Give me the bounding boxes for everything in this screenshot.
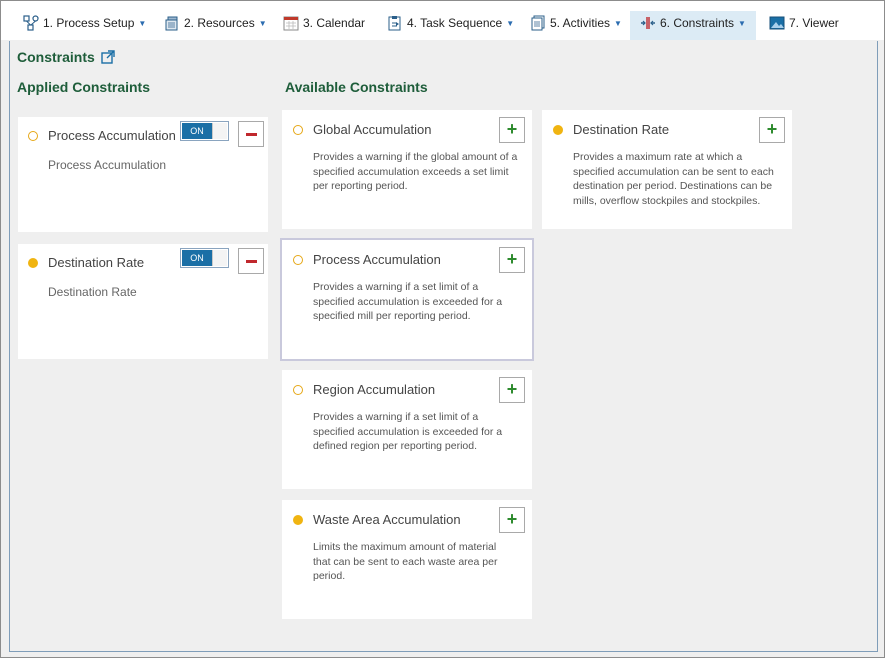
applied-constraint-card[interactable]: Process Accumulation Process Accumulatio… — [18, 117, 268, 232]
available-constraint-card[interactable]: Global Accumulation + Provides a warning… — [282, 110, 532, 229]
external-link-icon[interactable] — [101, 50, 115, 64]
available-constraint-description: Provides a warning if a set limit of a s… — [313, 281, 503, 322]
page-title-text: Constraints — [17, 49, 95, 65]
chevron-down-icon: ▼ — [614, 19, 622, 28]
task-sequence-icon — [388, 16, 401, 31]
available-constraint-card[interactable]: Waste Area Accumulation + Limits the max… — [282, 500, 532, 619]
minus-icon — [246, 133, 257, 136]
process-setup-icon — [23, 15, 39, 31]
add-constraint-button[interactable]: + — [759, 117, 785, 143]
available-constraint-title: Destination Rate — [573, 122, 670, 137]
resources-icon — [165, 16, 178, 31]
chevron-down-icon: ▼ — [258, 19, 267, 28]
applied-constraint-title: Process Accumulation — [48, 128, 176, 143]
applied-constraint-subtitle: Destination Rate — [48, 285, 137, 299]
available-constraint-description: Provides a maximum rate at which a speci… — [573, 151, 774, 207]
status-dot — [553, 125, 563, 135]
available-constraint-description: Limits the maximum amount of material th… — [313, 541, 498, 582]
tab-viewer-label: 7. Viewer — [789, 16, 839, 30]
available-constraint-title: Process Accumulation — [313, 252, 441, 267]
status-dot — [293, 125, 303, 135]
applied-constraints-heading: Applied Constraints — [17, 79, 151, 95]
minus-icon — [246, 260, 257, 263]
tab-process-setup-label: 1. Process Setup — [43, 16, 135, 30]
chevron-down-icon: ▼ — [738, 19, 746, 28]
available-constraint-title: Waste Area Accumulation — [313, 512, 461, 527]
add-constraint-button[interactable]: + — [499, 507, 525, 533]
status-dot — [293, 515, 303, 525]
available-constraint-description: Provides a warning if the global amount … — [313, 151, 518, 192]
tab-resources-label: 2. Resources — [184, 16, 255, 30]
add-constraint-button[interactable]: + — [499, 377, 525, 403]
remove-constraint-button[interactable] — [238, 121, 264, 147]
constraints-icon — [641, 17, 655, 29]
tab-activities[interactable]: 5. Activities ▼ — [530, 11, 622, 40]
page-title: Constraints — [17, 49, 115, 65]
chevron-down-icon: ▼ — [506, 19, 515, 28]
enable-toggle[interactable]: ON — [180, 248, 229, 268]
tab-constraints-label: 6. Constraints — [660, 16, 735, 30]
tab-resources[interactable]: 2. Resources ▼ — [164, 11, 267, 40]
add-constraint-button[interactable]: + — [499, 247, 525, 273]
activities-icon — [531, 15, 545, 31]
applied-constraint-title: Destination Rate — [48, 255, 145, 270]
add-constraint-button[interactable]: + — [499, 117, 525, 143]
tab-task-sequence-label: 4. Task Sequence — [407, 16, 503, 30]
available-constraint-description: Provides a warning if a set limit of a s… — [313, 411, 503, 452]
available-constraint-title: Global Accumulation — [313, 122, 432, 137]
toggle-knob — [212, 123, 227, 139]
tab-activities-label: 5. Activities — [550, 16, 611, 30]
available-constraint-title: Region Accumulation — [313, 382, 436, 397]
main-toolbar: 1. Process Setup ▼ 2. Resources ▼ 3. Cal… — [1, 1, 884, 40]
toggle-knob — [212, 250, 227, 266]
remove-constraint-button[interactable] — [238, 248, 264, 274]
available-constraints-heading: Available Constraints — [285, 79, 428, 95]
tab-constraints[interactable]: 6. Constraints ▼ — [630, 11, 756, 40]
available-constraint-card[interactable]: Destination Rate + Provides a maximum ra… — [542, 110, 792, 229]
applied-constraint-subtitle: Process Accumulation — [48, 158, 167, 172]
available-constraint-card[interactable]: Process Accumulation + Provides a warnin… — [280, 238, 534, 361]
status-dot — [293, 255, 303, 265]
tab-viewer[interactable]: 7. Viewer — [769, 11, 839, 40]
tab-process-setup[interactable]: 1. Process Setup ▼ — [23, 11, 146, 40]
tab-calendar-label: 3. Calendar — [303, 16, 366, 30]
available-constraint-card[interactable]: Region Accumulation + Provides a warning… — [282, 370, 532, 489]
status-dot — [28, 258, 38, 268]
enable-toggle[interactable]: ON — [180, 121, 229, 141]
toggle-on-label: ON — [182, 123, 212, 139]
applied-constraint-card[interactable]: Destination Rate Destination Rate ON — [18, 244, 268, 359]
viewer-icon — [769, 16, 785, 30]
status-dot — [293, 385, 303, 395]
chevron-down-icon: ▼ — [138, 19, 147, 28]
toggle-on-label: ON — [182, 250, 212, 266]
tab-task-sequence[interactable]: 4. Task Sequence ▼ — [387, 11, 514, 40]
tab-calendar[interactable]: 3. Calendar — [283, 11, 365, 40]
status-dot — [28, 131, 38, 141]
calendar-icon — [283, 16, 299, 31]
